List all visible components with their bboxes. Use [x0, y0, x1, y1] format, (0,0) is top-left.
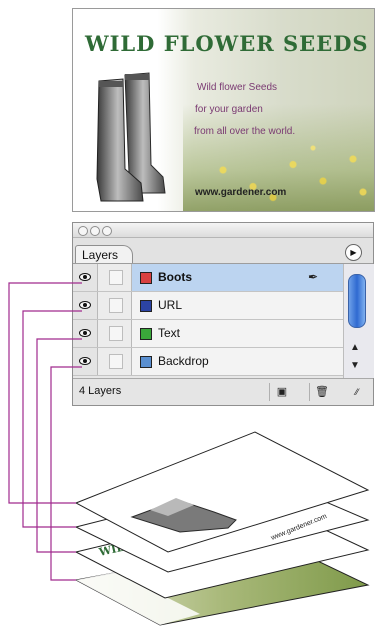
layer-count: 4 Layers [79, 385, 122, 397]
visibility-toggle[interactable] [73, 292, 98, 319]
zoom-button[interactable] [102, 226, 112, 236]
postcard-preview: WILD FLOWER SEEDS Wild flower Seeds for … [72, 8, 375, 212]
visibility-toggle[interactable] [73, 348, 98, 375]
layer-color-swatch [140, 328, 152, 340]
visibility-toggle[interactable] [73, 264, 98, 291]
layer-name-cell[interactable]: Text [132, 320, 343, 347]
sheet-text-title: WILD [97, 538, 135, 559]
postcard-url: www.gardener.com [195, 187, 287, 198]
layer-name-cell[interactable]: Boots ✒ [132, 264, 343, 291]
layer-name-cell[interactable]: URL [132, 292, 343, 319]
boot-highlight [150, 498, 194, 516]
close-button[interactable] [78, 226, 88, 236]
minimize-button[interactable] [90, 226, 100, 236]
lock-toggle[interactable] [98, 292, 132, 319]
visibility-toggle[interactable] [73, 320, 98, 347]
panel-titlebar[interactable] [73, 223, 373, 238]
pen-icon: ✒ [308, 270, 319, 284]
tab-layers[interactable]: Layers [75, 245, 133, 263]
tagline-line-2: for your garden [195, 104, 263, 115]
layers-scrollbar[interactable]: ▲ ▼ [343, 264, 374, 378]
eye-icon [79, 329, 91, 337]
boots-image [96, 72, 166, 202]
sheet-url [74, 477, 370, 573]
lock-toggle[interactable] [98, 348, 132, 375]
sheet-text: WILD [74, 504, 370, 599]
tagline-line-3: from all over the world. [194, 126, 296, 137]
layer-row-url[interactable]: URL [73, 292, 343, 320]
new-layer-icon: ▣ [276, 386, 288, 398]
layer-color-swatch [140, 272, 152, 284]
eye-icon [79, 301, 91, 309]
layer-color-swatch [140, 356, 152, 368]
lock-toggle[interactable] [98, 320, 132, 347]
delete-layer-button[interactable]: 🗑 [309, 383, 334, 401]
layer-row-boots[interactable]: Boots ✒ [73, 264, 343, 292]
layer-name: URL [158, 298, 183, 312]
layer-name-cell[interactable]: Backdrop [132, 348, 343, 375]
scroll-down-icon[interactable]: ▼ [350, 360, 360, 371]
lock-box [109, 326, 123, 341]
new-layer-button[interactable]: ▣ [269, 383, 294, 401]
postcard-title: WILD FLOWER SEEDS [85, 31, 369, 56]
sheet-url-text: www.gardener.com [269, 513, 328, 542]
lock-box [109, 354, 123, 369]
layer-name: Backdrop [158, 354, 209, 368]
scroll-up-icon[interactable]: ▲ [350, 342, 360, 353]
eye-icon [79, 357, 91, 365]
sheet-backdrop [74, 541, 370, 626]
scrollbar-thumb[interactable] [348, 274, 366, 328]
trash-icon: 🗑 [315, 386, 329, 398]
layer-color-swatch [140, 300, 152, 312]
sheet-boots: www.gardener.com [74, 431, 370, 553]
layer-name: Boots [158, 270, 192, 284]
layer-row-text[interactable]: Text [73, 320, 343, 348]
right-arrow-icon: ▶ [350, 248, 357, 257]
resize-grip-icon[interactable]: ⁄⁄ [345, 383, 369, 401]
lock-box [109, 298, 123, 313]
panel-menu-button[interactable]: ▶ [345, 244, 362, 261]
tagline-line-1: Wild flower Seeds [197, 82, 278, 93]
layer-name: Text [158, 326, 181, 340]
tab-strip: Layers ▶ [73, 238, 373, 264]
boot-shape [130, 499, 237, 533]
lock-toggle[interactable] [98, 264, 132, 291]
eye-icon [79, 273, 91, 281]
layers-panel: Layers ▶ Boots ✒ URL Text Backdrop ▲ ▼ 4… [72, 222, 374, 406]
layer-row-backdrop[interactable]: Backdrop [73, 348, 343, 376]
lock-box [109, 270, 123, 285]
panel-footer: 4 Layers ▣ 🗑 ⁄⁄ [73, 378, 373, 405]
